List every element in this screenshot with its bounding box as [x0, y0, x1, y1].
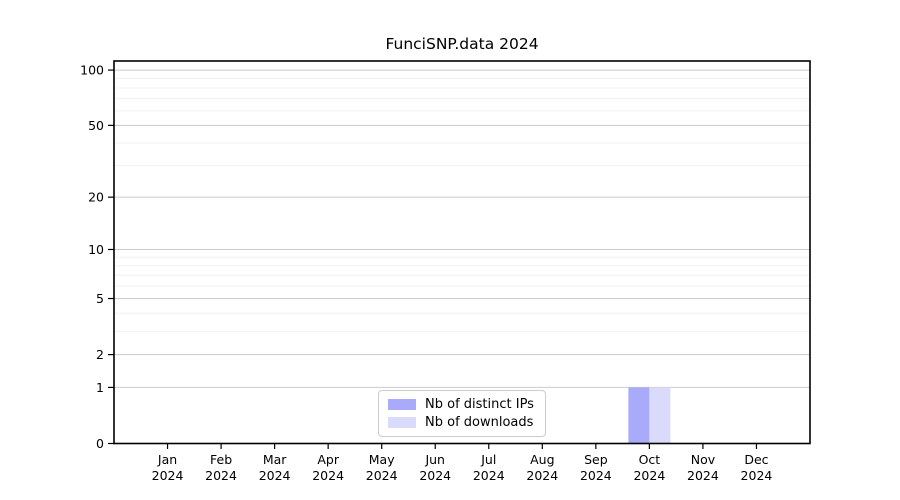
x-tick-label-year: 2024	[419, 468, 451, 483]
x-tick-label-year: 2024	[741, 468, 773, 483]
y-tick-label: 2	[96, 347, 104, 362]
bar-nb-of-downloads-oct	[649, 387, 671, 444]
y-tick-label: 100	[80, 63, 104, 78]
x-tick-label-month: Jul	[480, 452, 496, 467]
x-tick-label-year: 2024	[687, 468, 719, 483]
x-tick-label-month: Oct	[639, 452, 661, 467]
x-tick-label-month: May	[369, 452, 395, 467]
x-tick-label-month: Mar	[263, 452, 287, 467]
plot-border	[113, 60, 811, 445]
x-tick-label-year: 2024	[366, 468, 398, 483]
legend: Nb of distinct IPs Nb of downloads	[378, 390, 546, 437]
legend-label-distinct-ips: Nb of distinct IPs	[425, 396, 534, 412]
x-tick-label-month: Sep	[584, 452, 608, 467]
legend-label-downloads: Nb of downloads	[425, 415, 534, 431]
bar-nb-of-distinct-ips-oct	[628, 387, 650, 444]
x-tick-label-month: Apr	[317, 452, 339, 467]
x-tick-label-year: 2024	[633, 468, 665, 483]
x-tick-label-month: Aug	[530, 452, 554, 467]
figure: FunciSNP.data 2024 0 1 2 5 10 20 50 100 Jan 2024 F…	[0, 0, 900, 500]
x-tick-label-month: Jan	[157, 452, 177, 467]
y-tick-label: 5	[96, 291, 104, 306]
x-tick-label-year: 2024	[152, 468, 184, 483]
x-tick-label-year: 2024	[205, 468, 237, 483]
x-tick-label-year: 2024	[259, 468, 291, 483]
x-tick-label-month: Feb	[210, 452, 232, 467]
y-tick-label: 0	[96, 436, 104, 451]
x-tick-label-year: 2024	[580, 468, 612, 483]
y-tick-label: 20	[88, 190, 104, 205]
x-tick-label-month: Jun	[424, 452, 445, 467]
y-tick-label: 1	[96, 380, 104, 395]
x-tick-label-month: Nov	[691, 452, 716, 467]
x-tick-label-month: Dec	[744, 452, 768, 467]
y-tick-label: 50	[88, 118, 104, 133]
legend-swatch-distinct-ips	[388, 398, 416, 410]
legend-item-downloads: Nb of downloads	[388, 414, 536, 431]
legend-item-distinct-ips: Nb of distinct IPs	[388, 396, 536, 413]
x-tick-label-year: 2024	[473, 468, 505, 483]
legend-swatch-downloads	[388, 417, 416, 429]
x-tick-label-year: 2024	[526, 468, 558, 483]
y-tick-label: 10	[88, 242, 104, 257]
x-tick-label-year: 2024	[312, 468, 344, 483]
